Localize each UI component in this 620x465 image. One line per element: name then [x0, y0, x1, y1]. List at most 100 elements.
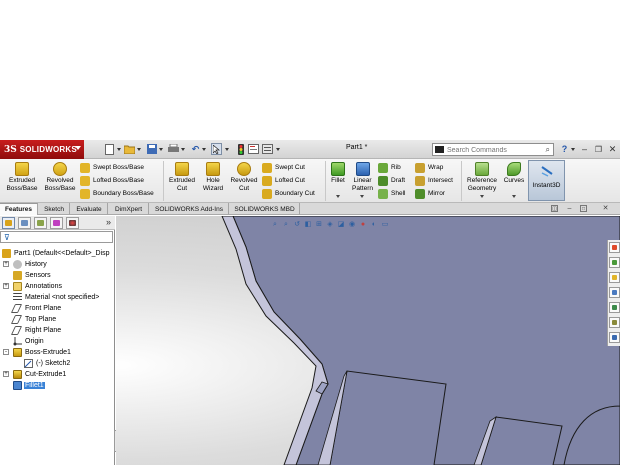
tab-features[interactable]: Features: [0, 203, 38, 215]
rib-button[interactable]: Rib: [378, 161, 401, 174]
undo-icon[interactable]: ↶: [190, 143, 201, 155]
custom-properties-tab[interactable]: [609, 317, 620, 328]
fillet-button[interactable]: Fillet: [327, 162, 349, 185]
save-icon[interactable]: [146, 143, 157, 155]
new-icon[interactable]: [104, 143, 115, 155]
chevron-down-icon[interactable]: [137, 148, 141, 151]
tab-evaluate[interactable]: Evaluate: [71, 203, 108, 215]
plane-icon: [10, 326, 23, 335]
hole-wizard-button[interactable]: Hole Wizard: [200, 162, 226, 193]
tab-sketch[interactable]: Sketch: [39, 203, 70, 215]
edit-appearance-icon[interactable]: ●: [358, 220, 368, 230]
draft-button[interactable]: Draft: [378, 174, 405, 187]
lofted-boss-button[interactable]: Lofted Boss/Base: [80, 174, 144, 187]
select-icon[interactable]: [211, 143, 222, 155]
zoom-to-area-icon[interactable]: ⌕: [281, 220, 291, 230]
chevron-down-icon[interactable]: [117, 148, 121, 151]
extruded-boss-icon: [15, 162, 29, 176]
tree-filter[interactable]: ⊽: [0, 231, 113, 243]
dynamic-annotation-icon[interactable]: ⊞: [314, 220, 324, 230]
mirror-button[interactable]: Mirror: [415, 187, 445, 200]
fillet-icon: [331, 162, 345, 176]
search-icon[interactable]: ⌕: [546, 145, 550, 155]
display-style-icon[interactable]: ◪: [336, 220, 346, 230]
graphics-area[interactable]: ⌕ ⌕ ↺ ◧ ⊞ ◈ ◪ ◉ ● ◐ ▭: [116, 216, 620, 465]
filter-icon: ⊽: [4, 233, 10, 242]
configuration-manager-tab[interactable]: [34, 217, 47, 229]
help-icon[interactable]: ?: [560, 143, 569, 155]
forum-tab[interactable]: [609, 332, 620, 343]
swept-cut-button[interactable]: Swept Cut: [262, 161, 305, 174]
revolved-cut-button[interactable]: Revolved Cut: [229, 162, 259, 193]
search-input[interactable]: [447, 145, 539, 155]
chevron-down-icon[interactable]: [159, 148, 163, 151]
tab-solidworks-mbd[interactable]: SOLIDWORKS MBD: [230, 203, 300, 215]
design-library-tab[interactable]: [609, 257, 620, 268]
close-icon[interactable]: ✕: [608, 143, 617, 155]
search-commands[interactable]: ⌕: [432, 143, 554, 156]
view-palette-tab[interactable]: [609, 287, 620, 298]
expand-icon[interactable]: +: [3, 261, 9, 267]
tree-item-label: Boss-Extrude1: [25, 349, 71, 356]
rebuild-icon[interactable]: [235, 143, 246, 155]
chevron-down-icon[interactable]: [512, 195, 516, 198]
swept-boss-label: Swept Boss/Base: [93, 164, 144, 171]
viewport-close-icon[interactable]: ✕: [602, 205, 609, 212]
file-properties-icon[interactable]: [248, 143, 259, 155]
chevron-down-icon[interactable]: [336, 195, 340, 198]
print-icon[interactable]: [168, 143, 179, 155]
open-icon[interactable]: [124, 143, 135, 155]
appearances-tab[interactable]: [609, 302, 620, 313]
dimxpert-manager-tab[interactable]: [50, 217, 63, 229]
chevron-down-icon[interactable]: [480, 195, 484, 198]
apply-scene-icon[interactable]: ◐: [369, 220, 379, 230]
display-manager-tab[interactable]: [66, 217, 79, 229]
previous-view-icon[interactable]: ↺: [292, 220, 302, 230]
revolved-boss-button[interactable]: Revolved Boss/Base: [43, 162, 77, 193]
feature-manager-tab[interactable]: [2, 217, 15, 229]
view-settings-icon[interactable]: ▭: [380, 220, 390, 230]
section-view-icon[interactable]: ◧: [303, 220, 313, 230]
boundary-boss-button[interactable]: Boundary Boss/Base: [80, 187, 154, 200]
boundary-cut-button[interactable]: Boundary Cut: [262, 187, 315, 200]
chevron-down-icon[interactable]: [276, 148, 280, 151]
property-manager-tab[interactable]: [18, 217, 31, 229]
solidworks-menu-button[interactable]: 3S SOLIDWORKS: [0, 140, 84, 159]
zoom-to-fit-icon[interactable]: ⌕: [270, 220, 280, 230]
viewport-minimize-icon[interactable]: –: [566, 205, 573, 212]
curves-button[interactable]: Curves: [501, 162, 527, 185]
chevron-down-icon[interactable]: [202, 148, 206, 151]
minimize-icon[interactable]: –: [580, 143, 589, 155]
command-manager: Extruded Boss/Base Revolved Boss/Base Sw…: [0, 159, 620, 203]
extruded-cut-button[interactable]: Extruded Cut: [166, 162, 198, 193]
viewport-restore-icon[interactable]: ◫: [551, 205, 558, 212]
expand-icon[interactable]: +: [3, 371, 9, 377]
intersect-button[interactable]: Intersect: [415, 174, 453, 187]
tab-solidworks-add-ins[interactable]: SOLIDWORKS Add-Ins: [150, 203, 229, 215]
lofted-cut-button[interactable]: Lofted Cut: [262, 174, 305, 187]
shell-button[interactable]: Shell: [378, 187, 405, 200]
viewport-maximize-icon[interactable]: □: [580, 205, 587, 212]
swept-boss-button[interactable]: Swept Boss/Base: [80, 161, 144, 174]
chevron-down-icon[interactable]: [571, 148, 575, 151]
options-icon[interactable]: [262, 143, 273, 155]
chevron-down-icon[interactable]: [360, 195, 364, 198]
view-orientation-icon[interactable]: ◈: [325, 220, 335, 230]
hide-show-items-icon[interactable]: ◉: [347, 220, 357, 230]
file-explorer-tab[interactable]: [609, 272, 620, 283]
linear-pattern-button[interactable]: Linear Pattern: [349, 162, 376, 193]
chevron-down-icon[interactable]: [181, 148, 185, 151]
reference-geometry-button[interactable]: Reference Geometry: [463, 162, 501, 193]
instant3d-button[interactable]: Instant3D: [528, 160, 565, 201]
boundary-cut-label: Boundary Cut: [275, 190, 315, 197]
panel-tab-bar: »: [0, 216, 115, 230]
extruded-boss-button[interactable]: Extruded Boss/Base: [5, 162, 39, 193]
tab-dimxpert[interactable]: DimXpert: [109, 203, 149, 215]
chevron-right-icon[interactable]: »: [106, 217, 111, 227]
chevron-down-icon[interactable]: [225, 148, 229, 151]
expand-icon[interactable]: +: [3, 283, 9, 289]
restore-icon[interactable]: ❐: [594, 143, 603, 155]
solidworks-resources-tab[interactable]: [609, 242, 620, 253]
wrap-button[interactable]: Wrap: [415, 161, 443, 174]
collapse-icon[interactable]: -: [3, 349, 9, 355]
